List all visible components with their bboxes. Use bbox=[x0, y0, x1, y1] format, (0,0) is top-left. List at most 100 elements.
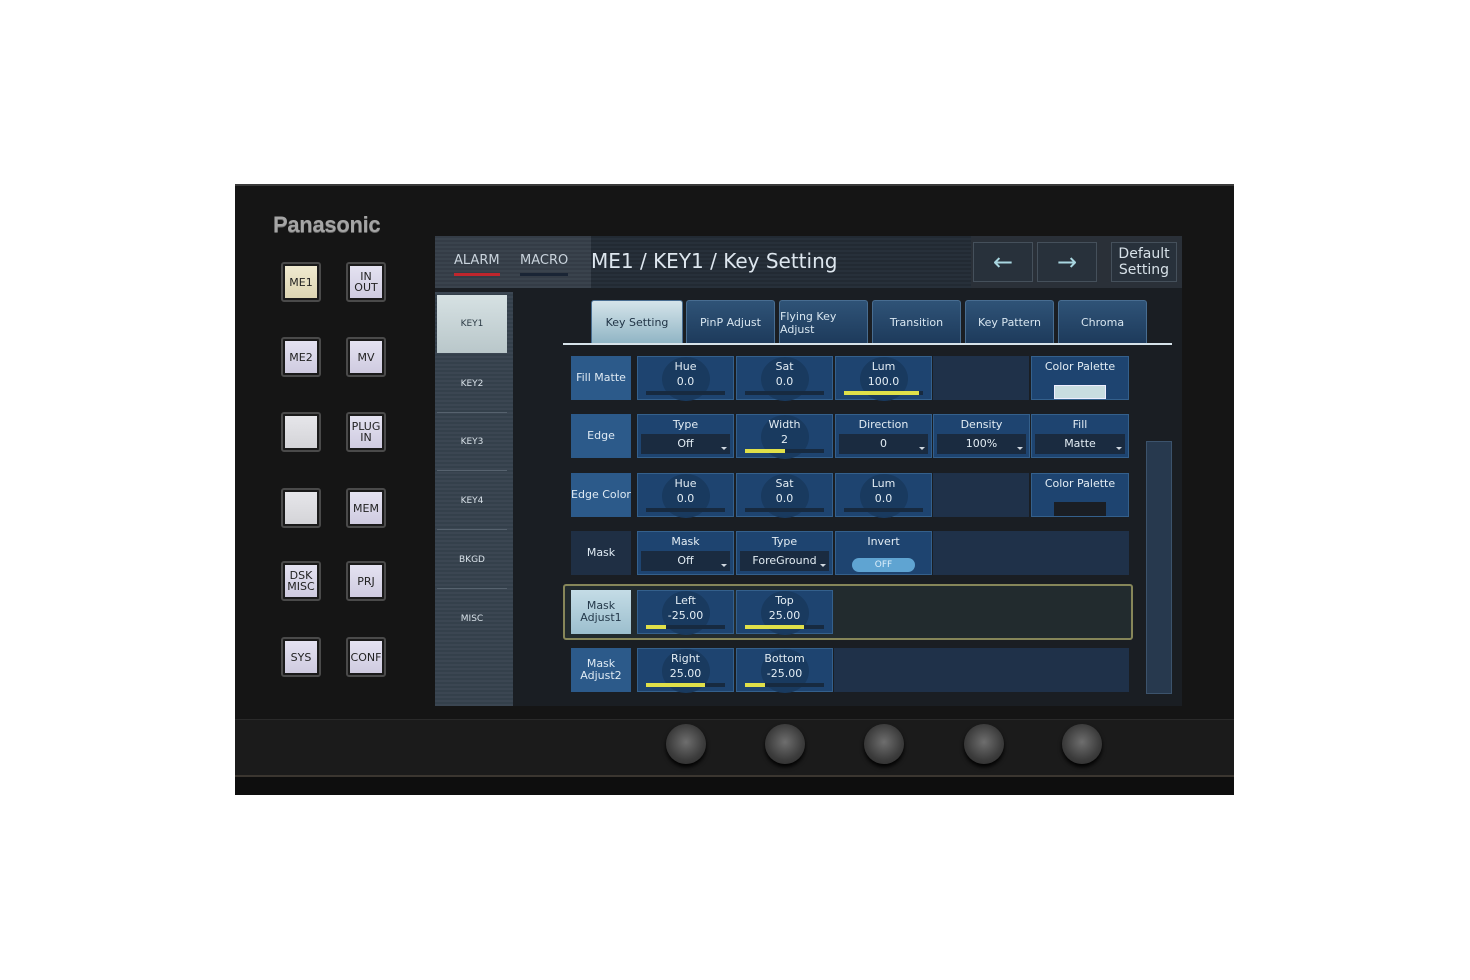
param-value: 100.0 bbox=[867, 375, 900, 388]
tab-key-setting[interactable]: Key Setting bbox=[591, 300, 683, 344]
level-bar bbox=[646, 508, 725, 512]
level-bar bbox=[745, 683, 824, 687]
default-setting-button[interactable]: Default Setting bbox=[1111, 242, 1177, 282]
hw-button-plug-in[interactable]: PLUG IN bbox=[346, 412, 386, 452]
level-fill bbox=[745, 625, 805, 629]
tab-pinp-adjust[interactable]: PinP Adjust bbox=[686, 300, 775, 344]
hw-button-prj[interactable]: PRJ bbox=[346, 561, 386, 601]
edge-width[interactable]: Width 2 bbox=[736, 414, 833, 459]
level-bar bbox=[844, 508, 923, 512]
hw-button-blank-4[interactable] bbox=[281, 412, 321, 452]
edge-color-lum[interactable]: Lum 0.0 bbox=[835, 473, 932, 518]
hw-button-blank-6[interactable] bbox=[281, 488, 321, 528]
fill-matte-lum[interactable]: Lum 100.0 bbox=[835, 356, 932, 401]
param-label: Right bbox=[671, 652, 700, 665]
param-label: Sat bbox=[775, 477, 794, 490]
mask-invert-toggle[interactable]: Invert OFF bbox=[835, 531, 932, 575]
dropdown-value: ForeGround bbox=[740, 551, 829, 571]
param-label: Left bbox=[675, 594, 696, 607]
level-bar bbox=[745, 625, 824, 629]
param-label: Color Palette bbox=[1044, 477, 1116, 490]
sidebar-item-key1[interactable]: KEY1 bbox=[437, 295, 507, 353]
tab-key-pattern[interactable]: Key Pattern bbox=[965, 300, 1054, 344]
page-title: ME1 / KEY1 / Key Setting bbox=[591, 249, 838, 273]
sidebar-item-key4[interactable]: KEY4 bbox=[437, 472, 507, 530]
edge-type-dropdown[interactable]: Type Off bbox=[637, 414, 734, 458]
macro-button[interactable]: MACRO bbox=[520, 253, 569, 276]
row-label: Fill Matte bbox=[571, 356, 631, 400]
param-label: Direction bbox=[858, 418, 909, 431]
param-label: Width bbox=[768, 418, 801, 431]
param-value: 0.0 bbox=[676, 492, 695, 505]
param-label: Type bbox=[771, 535, 798, 548]
param-label: Lum bbox=[871, 477, 896, 490]
row-label: Mask Adjust2 bbox=[571, 648, 631, 692]
hw-button-in-out[interactable]: IN OUT bbox=[346, 262, 386, 302]
alarm-button[interactable]: ALARM bbox=[454, 253, 500, 276]
param-label: Type bbox=[672, 418, 699, 431]
hw-button-mem[interactable]: MEM bbox=[346, 488, 386, 528]
forward-button[interactable]: → bbox=[1037, 242, 1097, 282]
tab-transition[interactable]: Transition bbox=[872, 300, 961, 344]
level-fill bbox=[745, 683, 765, 687]
scrollbar[interactable] bbox=[1146, 441, 1172, 694]
param-label: Bottom bbox=[764, 652, 805, 665]
mask-adjust1-left[interactable]: Left -25.00 bbox=[637, 590, 734, 635]
sidebar-item-key2[interactable]: KEY2 bbox=[437, 355, 507, 413]
param-value: 25.00 bbox=[768, 609, 801, 622]
level-bar bbox=[745, 391, 824, 395]
row-label: Edge bbox=[571, 414, 631, 458]
fill-matte-hue[interactable]: Hue 0.0 bbox=[637, 356, 734, 401]
fill-matte-sat[interactable]: Sat 0.0 bbox=[736, 356, 833, 401]
back-button[interactable]: ← bbox=[973, 242, 1033, 282]
edge-color-hue[interactable]: Hue 0.0 bbox=[637, 473, 734, 518]
edge-density-dropdown[interactable]: Density 100% bbox=[933, 414, 1030, 458]
param-label: Hue bbox=[674, 360, 697, 373]
hw-button-label: MV bbox=[350, 341, 382, 373]
mask-type-dropdown[interactable]: Type ForeGround bbox=[736, 531, 833, 575]
param-label: Hue bbox=[674, 477, 697, 490]
hw-button-sys[interactable]: SYS bbox=[281, 637, 321, 677]
empty-cell bbox=[933, 531, 1129, 575]
rotary-knob-2[interactable] bbox=[765, 724, 805, 764]
mask-adjust1-top[interactable]: Top 25.00 bbox=[736, 590, 833, 635]
dropdown-value: Off bbox=[641, 551, 730, 571]
hw-button-me2[interactable]: ME2 bbox=[281, 337, 321, 377]
tab-flying-key-adjust[interactable]: Flying Key Adjust bbox=[779, 300, 868, 344]
edge-fill-dropdown[interactable]: Fill Matte bbox=[1031, 414, 1129, 458]
hw-button-label: MEM bbox=[350, 492, 382, 524]
param-value: -25.00 bbox=[667, 609, 704, 622]
sidebar-item-misc[interactable]: MISC bbox=[437, 590, 507, 648]
toggle-switch: OFF bbox=[852, 558, 915, 572]
tab-chroma[interactable]: Chroma bbox=[1058, 300, 1147, 344]
hw-button-me1[interactable]: ME1 bbox=[281, 262, 321, 302]
hw-button-dsk-misc[interactable]: DSK MISC bbox=[281, 561, 321, 601]
sidebar-item-key3[interactable]: KEY3 bbox=[437, 413, 507, 471]
param-value: 2 bbox=[781, 433, 788, 446]
rotary-knob-1[interactable] bbox=[666, 724, 706, 764]
sidebar-item-bkgd[interactable]: BKGD bbox=[437, 531, 507, 589]
level-bar bbox=[745, 508, 824, 512]
mask-dropdown[interactable]: Mask Off bbox=[637, 531, 734, 575]
fill-matte-color-palette[interactable]: Color Palette bbox=[1031, 356, 1129, 400]
level-bar bbox=[646, 391, 725, 395]
rotary-knob-5[interactable] bbox=[1062, 724, 1102, 764]
mask-adjust2-bottom[interactable]: Bottom -25.00 bbox=[736, 648, 833, 693]
level-fill bbox=[646, 683, 706, 687]
hw-button-label: SYS bbox=[285, 641, 317, 673]
rotary-knob-3[interactable] bbox=[864, 724, 904, 764]
alarm-macro-zone: ALARM MACRO bbox=[435, 236, 591, 288]
hw-button-conf[interactable]: CONF bbox=[346, 637, 386, 677]
hw-button-label: ME2 bbox=[285, 341, 317, 373]
edge-color-sat[interactable]: Sat 0.0 bbox=[736, 473, 833, 518]
edge-direction-dropdown[interactable]: Direction 0 bbox=[835, 414, 932, 458]
rotary-knob-4[interactable] bbox=[964, 724, 1004, 764]
hw-button-mv[interactable]: MV bbox=[346, 337, 386, 377]
dropdown-value: Matte bbox=[1035, 434, 1125, 454]
edge-color-palette[interactable]: Color Palette bbox=[1031, 473, 1129, 517]
param-value: 0.0 bbox=[874, 492, 893, 505]
hw-button-label: IN OUT bbox=[350, 266, 382, 298]
breadcrumb: ME1 / KEY1 / Key Setting bbox=[591, 236, 971, 288]
mask-adjust2-right[interactable]: Right 25.00 bbox=[637, 648, 734, 693]
row-label: Mask bbox=[571, 531, 631, 575]
